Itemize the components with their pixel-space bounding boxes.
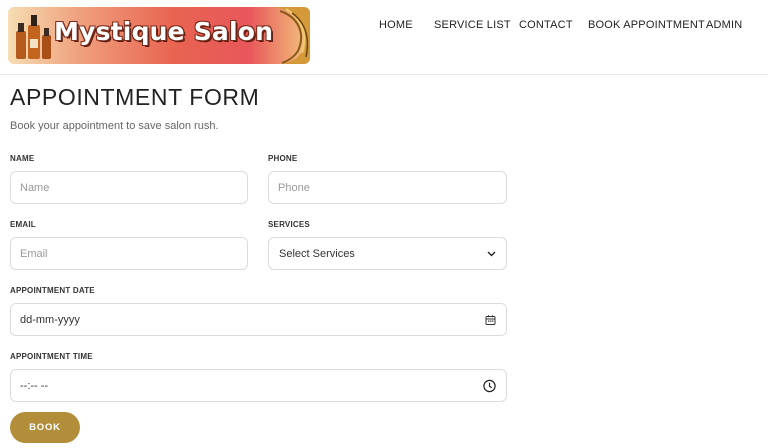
phone-placeholder: Phone xyxy=(278,181,310,194)
brand-logo[interactable]: Mystique Salon xyxy=(8,7,310,64)
name-label: NAME xyxy=(10,154,35,163)
page-subtitle: Book your appointment to save salon rush… xyxy=(10,120,219,132)
nav-admin[interactable]: ADMIN xyxy=(706,19,742,31)
appointment-time-input[interactable]: --:-- -- xyxy=(10,369,507,402)
phone-label: PHONE xyxy=(268,154,298,163)
date-value: dd-mm-yyyy xyxy=(20,313,80,326)
brand-name: Mystique Salon xyxy=(54,17,274,46)
chevron-down-icon xyxy=(487,251,496,257)
book-button[interactable]: BOOK xyxy=(10,412,80,443)
date-label: APPOINTMENT DATE xyxy=(10,286,95,295)
time-label: APPOINTMENT TIME xyxy=(10,352,93,361)
nav-home[interactable]: HOME xyxy=(379,19,413,31)
phone-input[interactable]: Phone xyxy=(268,171,507,204)
nav-service-list[interactable]: SERVICE LIST xyxy=(434,19,511,31)
time-value: --:-- -- xyxy=(20,379,49,392)
nav-contact[interactable]: CONTACT xyxy=(519,19,573,31)
clock-icon[interactable] xyxy=(483,379,496,392)
site-header: Mystique Salon HOME SERVICE LIST CONTACT… xyxy=(0,0,768,75)
name-input[interactable]: Name xyxy=(10,171,248,204)
email-input[interactable]: Email xyxy=(10,237,248,270)
appointment-date-input[interactable]: dd-mm-yyyy xyxy=(10,303,507,336)
name-placeholder: Name xyxy=(20,181,50,194)
email-label: EMAIL xyxy=(10,220,36,229)
calendar-icon[interactable] xyxy=(485,314,496,325)
services-label: SERVICES xyxy=(268,220,310,229)
email-placeholder: Email xyxy=(20,247,48,260)
services-select[interactable]: Select Services xyxy=(268,237,507,270)
services-selected-value: Select Services xyxy=(279,247,355,260)
hair-illustration xyxy=(274,7,310,64)
nav-book-appointment[interactable]: BOOK APPOINTMENT xyxy=(588,19,705,31)
page-title: APPOINTMENT FORM xyxy=(10,84,260,110)
